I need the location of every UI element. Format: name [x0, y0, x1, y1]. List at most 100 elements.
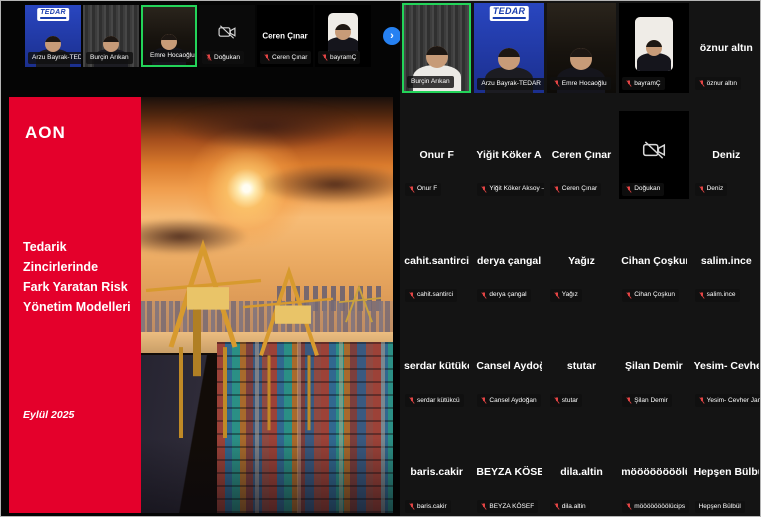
tile-yagiz[interactable]: Yağız Yağız — [547, 217, 616, 305]
participant-name: Cihan Çoşkun — [621, 255, 686, 267]
mic-muted-icon — [626, 291, 632, 300]
tile-salim-ince[interactable]: salim.ince salim.ince — [692, 217, 761, 305]
name-label: Ceren Çınar — [260, 51, 311, 64]
name-label: Yağız — [550, 289, 582, 302]
tile-dila-altin[interactable]: dila.altin dila.altin — [547, 428, 616, 516]
participant-name: baris.cakir — [404, 466, 469, 478]
participant-filmstrip: TEDAR Arzu Bayrak-TEDAR Burçin Arıkan Em… — [25, 5, 401, 67]
photo-shade — [141, 438, 393, 513]
avatar — [635, 17, 673, 71]
strip-tile-arzu-bayrak[interactable]: TEDAR Arzu Bayrak-TEDAR — [25, 5, 81, 67]
participant-name: dila.altin — [549, 466, 614, 478]
name-label: salim.ince — [695, 289, 740, 302]
participant-name: Ceren Çınar — [259, 32, 311, 41]
tile-cahit-santirci[interactable]: cahit.santirci cahit.santirci — [402, 217, 471, 305]
name-label: Emre Hocaoğlu — [146, 50, 197, 62]
slide-title: Tedarik Zincirlerinde Fark Yaratan Risk … — [23, 237, 133, 317]
participant-name: Deniz — [694, 149, 759, 161]
tile-silan-demir[interactable]: Şilan Demir Şilan Demir — [619, 323, 688, 411]
tile-bayramc[interactable]: bayramÇ — [619, 3, 688, 93]
mic-muted-icon — [626, 396, 632, 405]
participant-name: öznur altın — [694, 42, 759, 54]
mic-muted-icon — [699, 396, 705, 405]
participant-name: derya çangal — [476, 255, 541, 267]
name-label: Yiğit Köker Aksoy – Siemens Energy — [477, 183, 543, 196]
name-label: Doğukan — [622, 183, 664, 196]
mic-muted-icon — [409, 291, 415, 300]
cloud — [171, 101, 360, 151]
tile-ceren-cinar[interactable]: Ceren Çınar Ceren Çınar — [547, 111, 616, 199]
tile-emre-hocaoglu[interactable]: Emre Hocaoğlu — [547, 3, 616, 93]
mic-muted-icon — [626, 79, 632, 88]
mic-muted-icon — [481, 291, 487, 300]
participant-name: serdar kütükcü — [404, 360, 469, 372]
name-label: möööööööölücips — [622, 500, 688, 513]
gallery-grid: Burçin Arıkan TEDAR Arzu Bayrak-TEDAR Em… — [402, 3, 761, 516]
name-label: stutar — [550, 394, 582, 407]
mic-muted-icon — [409, 185, 415, 194]
chevron-right-icon: › — [390, 30, 394, 42]
strip-tile-emre-hocaoglu[interactable]: Emre Hocaoğlu — [141, 5, 197, 67]
mic-muted-icon — [206, 53, 212, 62]
screenshare-window: TEDAR Arzu Bayrak-TEDAR Burçin Arıkan Em… — [1, 1, 400, 517]
tile-derya-cangal[interactable]: derya çangal derya çangal — [474, 217, 543, 305]
tile-serdar-kutukcu[interactable]: serdar kütükcü serdar kütükcü — [402, 323, 471, 411]
participant-name: Yağız — [549, 255, 614, 267]
name-label: Burçin Arıkan — [86, 52, 133, 64]
name-label: derya çangal — [477, 289, 530, 302]
tile-baris-cakir[interactable]: baris.cakir baris.cakir — [402, 428, 471, 516]
strip-tile-burcin-arikan[interactable]: Burçin Arıkan — [83, 5, 139, 67]
name-label: bayramÇ — [622, 77, 664, 90]
name-label: Ceren Çınar — [550, 183, 601, 196]
tile-burcin-arikan[interactable]: Burçin Arıkan — [402, 3, 471, 93]
participant-name: cahit.santirci — [404, 255, 469, 267]
strip-tile-ceren-cinar[interactable]: Ceren Çınar Ceren Çınar — [257, 5, 313, 67]
tile-beyza-kosef[interactable]: BEYZA KÖSEF BEYZA KÖSEF — [474, 428, 543, 516]
tile-arzu-bayrak[interactable]: TEDAR Arzu Bayrak-TEDAR — [474, 3, 543, 93]
name-label: Arzu Bayrak-TEDAR — [28, 52, 81, 64]
tedar-logo: TEDAR — [490, 6, 529, 21]
participant-name: möööööööölücips — [621, 466, 686, 478]
tile-dogukan[interactable]: Doğukan — [619, 111, 688, 199]
tile-cansel-aydogan[interactable]: Cansel Aydoğan Cansel Aydoğan — [474, 323, 543, 411]
tile-deniz[interactable]: Deniz Deniz — [692, 111, 761, 199]
strip-tile-bayramc[interactable]: bayramÇ — [315, 5, 371, 67]
name-label: Emre Hocaoğlu — [550, 77, 611, 90]
tile-yesim-cevher-jant[interactable]: Yesim- Cevher J... Yesim- Cevher Jant — [692, 323, 761, 411]
mic-muted-icon — [626, 185, 632, 194]
name-label: öznur altın — [695, 77, 741, 90]
camera-off-icon — [641, 137, 667, 163]
mic-muted-icon — [554, 291, 560, 300]
camera-off-icon — [217, 22, 237, 42]
tile-oznur-altin[interactable]: öznur altın öznur altın — [692, 3, 761, 93]
meeting-screenshot: TEDAR Arzu Bayrak-TEDAR Burçin Arıkan Em… — [0, 0, 761, 517]
shared-slide: AON Tedarik Zincirlerinde Fark Yaratan R… — [9, 97, 393, 513]
mic-muted-icon — [626, 502, 632, 511]
mic-muted-icon — [699, 185, 705, 194]
slide-date: Eylül 2025 — [23, 409, 74, 421]
tile-onur-f[interactable]: Onur F Onur F — [402, 111, 471, 199]
tile-stutar[interactable]: stutar stutar — [547, 323, 616, 411]
tile-cihan-coskun[interactable]: Cihan Çoşkun Cihan Çoşkun — [619, 217, 688, 305]
port-photo — [141, 97, 393, 513]
mic-muted-icon — [554, 79, 560, 88]
participant-name: Onur F — [404, 149, 469, 161]
avatar — [328, 13, 358, 55]
mic-muted-icon — [481, 396, 487, 405]
tile-hepsen-bulbul[interactable]: Hepşen Bülbül Hepşen Bülbül — [692, 428, 761, 516]
gallery-window: Burçin Arıkan TEDAR Arzu Bayrak-TEDAR Em… — [400, 1, 761, 517]
name-label: dila.altin — [550, 500, 590, 513]
mic-muted-icon — [481, 502, 487, 511]
name-label: Şilan Demir — [622, 394, 672, 407]
participant-name: Şilan Demir — [621, 360, 686, 372]
tile-moolucips[interactable]: möööööööölücips möööööööölücips — [619, 428, 688, 516]
participant-name: stutar — [549, 360, 614, 372]
port-cranes — [141, 189, 393, 439]
mic-muted-icon — [322, 53, 328, 62]
participant-name: Cansel Aydoğan — [476, 360, 541, 372]
filmstrip-next-button[interactable]: › — [383, 27, 401, 45]
mic-muted-icon — [554, 185, 560, 194]
mic-muted-icon — [699, 79, 705, 88]
tile-yigit-koker-aksoy[interactable]: Yiğit Köker Aks... Yiğit Köker Aksoy – S… — [474, 111, 543, 199]
strip-tile-dogukan[interactable]: Doğukan — [199, 5, 255, 67]
